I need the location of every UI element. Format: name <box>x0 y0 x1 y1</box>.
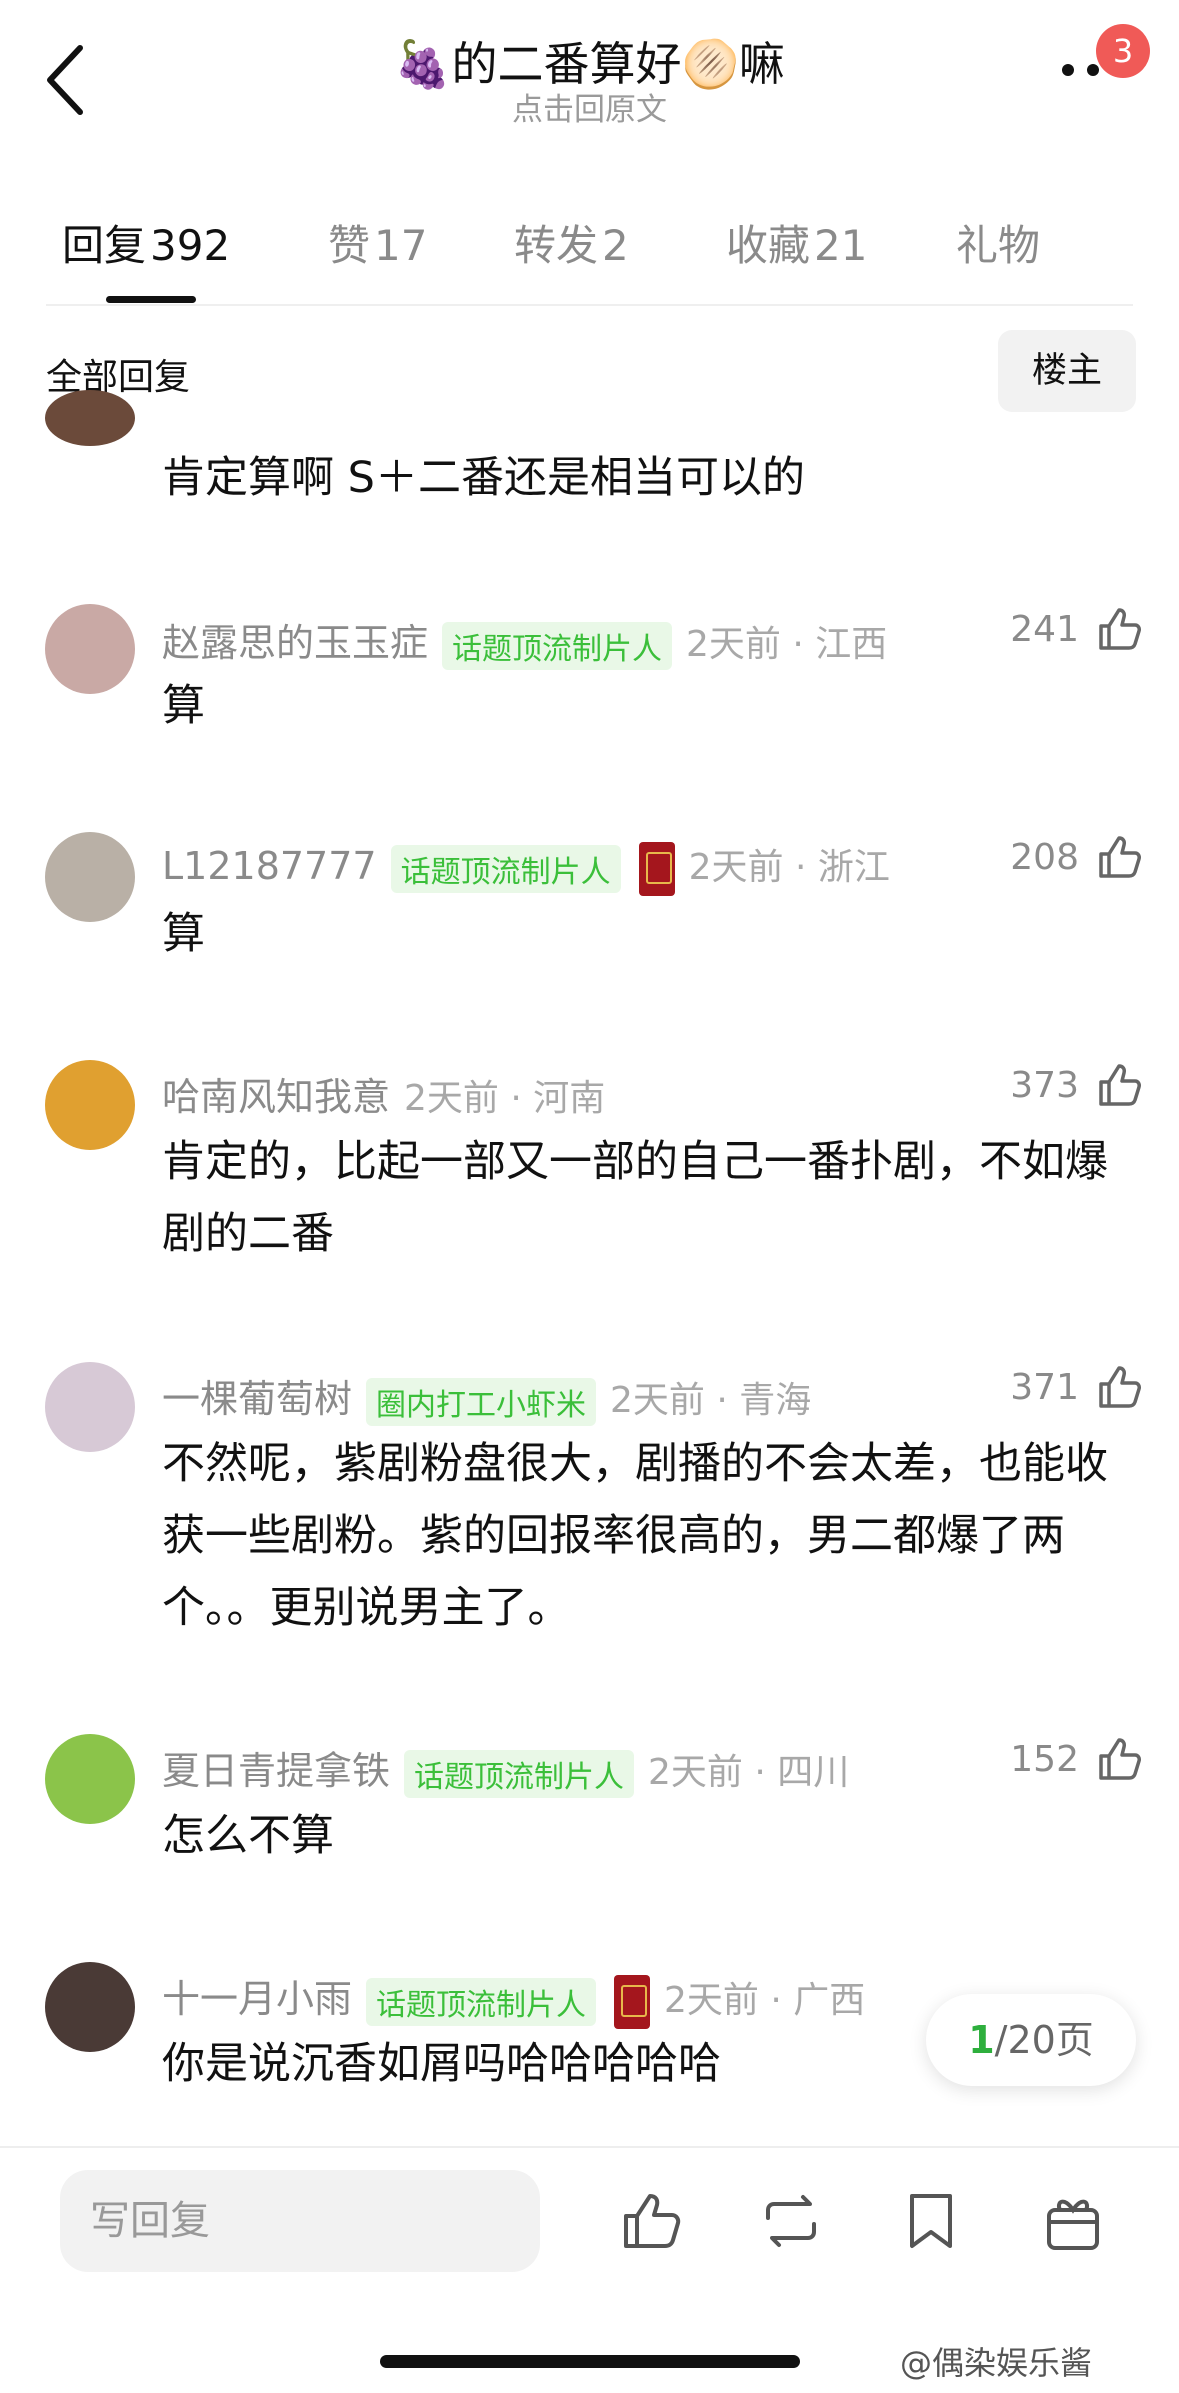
username[interactable]: 夏日青提拿铁 <box>162 1749 390 1793</box>
tab-label: 赞 <box>328 221 371 270</box>
avatar[interactable] <box>45 1962 135 2052</box>
like-count: 241 <box>1010 608 1079 650</box>
username[interactable]: 十一月小雨 <box>162 1977 352 2021</box>
like-control[interactable]: 208 <box>1010 832 1143 882</box>
tab-replies[interactable]: 回复392 <box>62 212 230 273</box>
tab-count: 21 <box>814 221 868 270</box>
comment-meta: 2天前 · 江西 <box>686 624 888 665</box>
user-tag: 圈内打工小虾米 <box>366 1377 597 1426</box>
tab-label: 回复 <box>62 221 147 270</box>
user-tag: 话题顶流制片人 <box>404 1749 635 1798</box>
medal-icon <box>638 841 675 896</box>
tab-gifts[interactable]: 礼物 <box>956 212 1040 273</box>
comment-meta: 2天前 · 浙江 <box>688 847 890 888</box>
avatar[interactable] <box>45 1362 135 1452</box>
comment-text: 肯定的，比起一部又一部的自己一番扑剧，不如爆剧的二番 <box>162 1137 1108 1259</box>
user-tag: 话题顶流制片人 <box>366 1977 597 2026</box>
avatar[interactable] <box>45 390 135 446</box>
total-pages: /20页 <box>994 2018 1094 2062</box>
medal-icon <box>614 1974 651 2029</box>
avatar[interactable] <box>45 832 135 922</box>
like-control[interactable]: 152 <box>1010 1734 1143 1784</box>
owner-only-button[interactable]: 楼主 <box>998 330 1136 412</box>
username[interactable]: L12187777 <box>162 844 377 888</box>
current-page: 1 <box>968 2018 995 2062</box>
tab-label: 收藏 <box>726 221 811 270</box>
comment-header: 一棵葡萄树 圈内打工小虾米 2天前 · 青海 <box>162 1368 811 1426</box>
page-indicator[interactable]: 1/20页 <box>926 1994 1136 2086</box>
thumbs-up-icon <box>1099 608 1141 650</box>
write-reply-input[interactable]: 写回复 <box>60 2170 540 2272</box>
username[interactable]: 哈南风知我意 <box>162 1075 390 1119</box>
tab-divider <box>46 304 1133 306</box>
comment-text: 算 <box>162 681 205 731</box>
tab-label: 转发 <box>514 221 599 270</box>
thumbs-up-icon <box>1099 1064 1141 1106</box>
tab-count: 392 <box>150 221 231 270</box>
tab-count: 2 <box>602 221 629 270</box>
comment-text: 肯定算啊 S＋二番还是相当可以的 <box>162 453 805 503</box>
thumbs-up-icon <box>1099 1738 1141 1780</box>
view-original-link[interactable]: 点击回原文 <box>0 84 1179 129</box>
like-button-icon[interactable] <box>618 2188 684 2254</box>
tab-label: 礼物 <box>956 221 1041 270</box>
like-control[interactable]: 241 <box>1010 604 1143 654</box>
repost-button-icon[interactable] <box>758 2188 824 2254</box>
like-control[interactable]: 373 <box>1010 1060 1143 1110</box>
comment-meta: 2天前 · 广西 <box>664 1980 866 2021</box>
like-count: 152 <box>1010 1738 1079 1780</box>
notification-badge: 3 <box>1096 24 1150 78</box>
like-count: 373 <box>1010 1064 1079 1106</box>
gift-button-icon[interactable] <box>1040 2188 1106 2254</box>
comment-header: 夏日青提拿铁 话题顶流制片人 2天前 · 四川 <box>162 1740 849 1798</box>
comment-header: 赵露思的玉玉症 话题顶流制片人 2天前 · 江西 <box>162 612 887 670</box>
active-tab-indicator <box>106 296 196 303</box>
watermark: @偶染娱乐酱 <box>900 2344 1093 2382</box>
like-control[interactable]: 371 <box>1010 1362 1143 1412</box>
tab-reposts[interactable]: 转发2 <box>514 212 629 273</box>
user-tag: 话题顶流制片人 <box>442 621 673 670</box>
comment-text: 算 <box>162 909 205 959</box>
avatar[interactable] <box>45 1734 135 1824</box>
thumbs-up-icon <box>1099 1366 1141 1408</box>
username[interactable]: 赵露思的玉玉症 <box>162 621 428 665</box>
home-indicator <box>380 2355 800 2368</box>
comment-meta: 2天前 · 河南 <box>404 1078 606 1119</box>
username[interactable]: 一棵葡萄树 <box>162 1377 352 1421</box>
comment-text: 不然呢，紫剧粉盘很大，剧播的不会太差，也能收获一些剧粉。紫的回报率很高的，男二都… <box>162 1439 1108 1633</box>
comment-meta: 2天前 · 青海 <box>610 1380 812 1421</box>
tab-likes[interactable]: 赞17 <box>328 212 427 273</box>
all-replies-label: 全部回复 <box>46 357 191 398</box>
comment-header: 十一月小雨 话题顶流制片人 2天前 · 广西 <box>162 1968 865 2029</box>
comment-header: L12187777 话题顶流制片人 2天前 · 浙江 <box>162 838 890 896</box>
bookmark-button-icon[interactable] <box>898 2188 964 2254</box>
avatar[interactable] <box>45 1060 135 1150</box>
comment-header: 哈南风知我意 2天前 · 河南 <box>162 1066 605 1121</box>
tab-favorites[interactable]: 收藏21 <box>726 212 867 273</box>
comment-text: 怎么不算 <box>162 1811 334 1861</box>
thumbs-up-icon <box>1099 836 1141 878</box>
tab-count: 17 <box>374 221 428 270</box>
bottom-divider <box>0 2146 1179 2148</box>
user-tag: 话题顶流制片人 <box>390 844 621 893</box>
like-count: 208 <box>1010 836 1079 878</box>
like-count: 371 <box>1010 1366 1079 1408</box>
comment-meta: 2天前 · 四川 <box>648 1752 850 1793</box>
avatar[interactable] <box>45 604 135 694</box>
